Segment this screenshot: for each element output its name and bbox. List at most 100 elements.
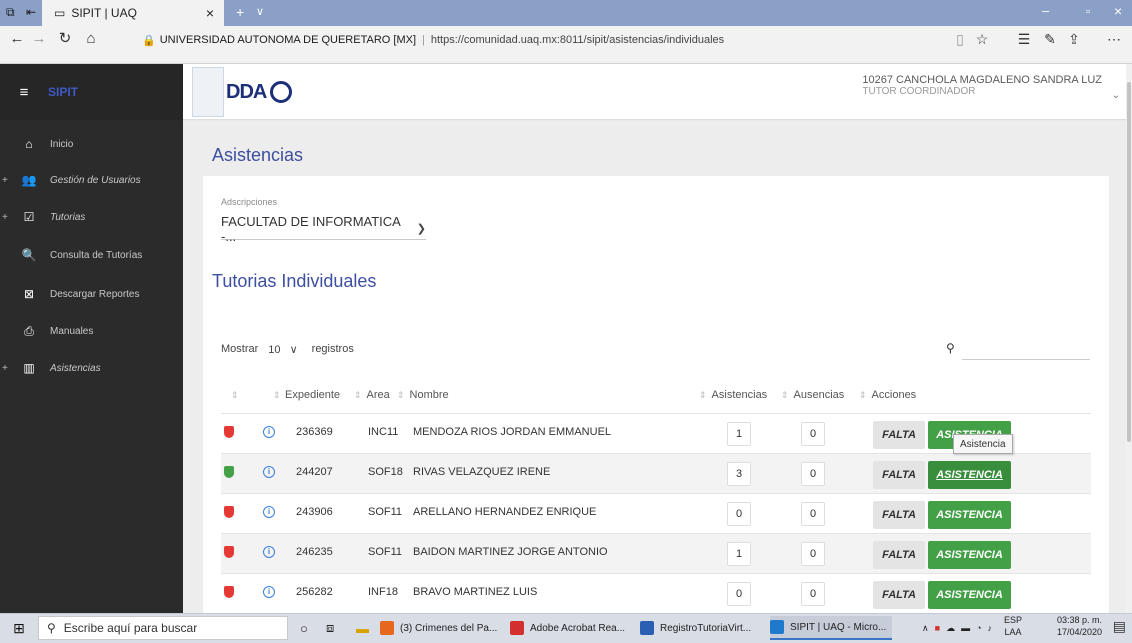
sidebar-item-descargar-reportes[interactable]: ⊠ Descargar Reportes [0, 276, 183, 312]
file-explorer-icon[interactable]: ▬ [356, 616, 369, 640]
url-separator: | [422, 34, 425, 46]
info-column-header[interactable]: ⇕ [273, 389, 286, 401]
nombre-cell: BRAVO MARTINEZ LUIS [413, 586, 538, 598]
pdf-file-icon: ⎙ [24, 323, 34, 338]
user-info[interactable]: 10267 CANCHOLA MAGDALENO SANDRA LUZ TUTO… [862, 74, 1102, 98]
search-icon: 🔍 [21, 248, 37, 262]
browser-tab[interactable]: ▭ SIPIT | UAQ × [42, 0, 224, 26]
asistencias-input[interactable]: 1 [727, 422, 751, 446]
ausencias-input[interactable]: 0 [801, 422, 825, 446]
favorite-star-icon[interactable]: ☆ [972, 30, 992, 48]
more-icon[interactable]: ⋯ [1104, 30, 1124, 48]
user-menu-chevron-icon[interactable]: ⌄ [1112, 90, 1120, 101]
app-icon [640, 621, 654, 635]
area-cell: SOF11 [368, 506, 403, 518]
sidebar-header: ≡ SIPIT [0, 64, 183, 120]
info-icon[interactable]: i [263, 506, 275, 518]
back-icon[interactable]: ← [6, 30, 28, 48]
taskbar-app-3[interactable]: RegistroTutoriaVirt... [640, 616, 762, 640]
falta-button[interactable]: FALTA [873, 461, 925, 489]
falta-button[interactable]: FALTA [873, 501, 925, 529]
ausencias-column-header[interactable]: ⇕ Ausencias [781, 389, 844, 401]
ausencias-input[interactable]: 0 [801, 462, 825, 486]
asistencia-button[interactable]: ASISTENCIA [928, 581, 1011, 609]
sidebar-item-manuales[interactable]: ⎙ Manuales [0, 313, 183, 349]
nombre-column-header[interactable]: ⇕ Nombre [397, 389, 449, 401]
expediente-cell: 236369 [296, 426, 333, 438]
home-page-icon[interactable]: ⌂ [80, 30, 102, 48]
taskbar-app-1[interactable]: (3) Crimenes del Pa... [380, 616, 502, 640]
window-close-icon[interactable]: × [1114, 3, 1122, 19]
info-icon[interactable]: i [263, 546, 275, 558]
new-tab-icon[interactable]: + [236, 4, 244, 20]
asistencias-input[interactable]: 3 [727, 462, 751, 486]
sidebar-item-tutorias[interactable]: + ☑ Tutorias [0, 199, 183, 235]
task-view-icon[interactable]: ⧈ [326, 616, 334, 640]
info-icon[interactable]: i [263, 586, 275, 598]
table-search-input[interactable] [962, 338, 1090, 360]
asistencias-column-header[interactable]: ⇕ Asistencias [699, 389, 767, 401]
reading-view-icon[interactable]: ▯ [950, 30, 970, 48]
table-row: i 256282 INF18 BRAVO MARTINEZ LUIS 0 0 FALTA AS… [221, 573, 1091, 613]
minimize-icon[interactable]: – [1042, 3, 1049, 18]
notifications-icon[interactable]: ▤ [1113, 618, 1126, 635]
clock[interactable]: 03:38 p. m. 17/04/2020 [1057, 614, 1102, 638]
expediente-column-header[interactable]: Expediente [285, 389, 340, 401]
tab-list-chevron-icon[interactable]: ∨ [256, 5, 264, 18]
adscripciones-select[interactable]: FACULTAD DE INFORMATICA -... ❯ [221, 214, 426, 244]
asistencia-button[interactable]: ASISTENCIA [928, 501, 1011, 529]
tray-app-icon[interactable]: ■ [935, 623, 940, 633]
asistencia-button[interactable]: ASISTENCIA [928, 461, 1011, 489]
page-length-select[interactable]: 10 ∨ [268, 343, 299, 356]
falta-button[interactable]: FALTA [873, 421, 925, 449]
sidebar-item-consulta-de-tutor-as[interactable]: 🔍 Consulta de Tutorías [0, 237, 183, 273]
falta-button[interactable]: FALTA [873, 541, 925, 569]
sidebar-item-label: Manuales [50, 325, 94, 337]
volume-icon[interactable]: ♪ [988, 623, 993, 633]
taskbar-search[interactable]: ⚲ Escribe aquí para buscar [38, 616, 288, 640]
info-icon[interactable]: i [263, 426, 275, 438]
taskbar-app-4[interactable]: SIPIT | UAQ - Micro... [770, 616, 892, 640]
battery-icon[interactable]: ▬ [961, 623, 970, 633]
status-column-header[interactable]: ⇕ [231, 389, 244, 401]
close-tab-icon[interactable]: × [206, 5, 214, 21]
area-column-header[interactable]: ⇕ Area [354, 389, 390, 401]
asistencia-button[interactable]: ASISTENCIA [928, 541, 1011, 569]
sidebar-item-gesti-n-de-usuarios[interactable]: + 👥 Gestión de Usuarios [0, 162, 183, 198]
pen-icon[interactable]: ✎ [1040, 30, 1060, 48]
share-icon[interactable]: ⇪ [1064, 30, 1084, 48]
ausencias-input[interactable]: 0 [801, 502, 825, 526]
tray-chevron-icon[interactable]: ∧ [922, 623, 929, 634]
sidebar-item-asistencias[interactable]: + ▥ Asistencias [0, 350, 183, 386]
asistencias-input[interactable]: 1 [727, 542, 751, 566]
asistencias-input[interactable]: 0 [727, 502, 751, 526]
ausencias-input[interactable]: 0 [801, 582, 825, 606]
user-role: TUTOR COORDINADOR [862, 86, 976, 97]
system-tray[interactable]: ∧ ■ ☁ ▬ ◔ ♪ [922, 616, 992, 640]
wifi-icon[interactable]: ◔ [976, 623, 981, 633]
sidebar-item-label: Gestión de Usuarios [50, 174, 141, 186]
refresh-icon[interactable]: ↻ [54, 30, 76, 48]
sidebar-item-inicio[interactable]: ⌂ Inicio [0, 126, 183, 162]
maximize-icon[interactable]: ▫ [1086, 4, 1090, 18]
language-indicator[interactable]: ESP LAA [1004, 614, 1022, 638]
info-icon[interactable]: i [263, 466, 275, 478]
url-field[interactable]: 🔒 UNIVERSIDAD AUTONOMA DE QUERETARO [MX]… [142, 30, 724, 50]
falta-button[interactable]: FALTA [873, 581, 925, 609]
hamburger-menu-icon[interactable]: ≡ [0, 84, 48, 101]
windows-start-icon[interactable]: ⊞ [0, 613, 38, 643]
taskbar-app-2[interactable]: Adobe Acrobat Rea... [510, 616, 632, 640]
asistencias-input[interactable]: 0 [727, 582, 751, 606]
tab-preview-icon[interactable]: ⇤ [26, 5, 36, 19]
search-icon: ⚲ [946, 341, 955, 355]
cloud-icon[interactable]: ☁ [946, 623, 955, 634]
taskbar-app-label: RegistroTutoriaVirt... [660, 622, 752, 634]
cortana-icon[interactable]: ○ [300, 616, 308, 640]
forward-icon[interactable]: → [28, 30, 50, 48]
nombre-cell: ARELLANO HERNANDEZ ENRIQUE [413, 506, 597, 518]
scrollbar-thumb[interactable] [1127, 82, 1131, 442]
tab-actions-icon[interactable]: ⧉ [6, 5, 15, 20]
ausencias-input[interactable]: 0 [801, 542, 825, 566]
acciones-column-header[interactable]: ⇕ Acciones [859, 389, 916, 401]
favorites-hub-icon[interactable]: ☰ [1014, 30, 1034, 48]
